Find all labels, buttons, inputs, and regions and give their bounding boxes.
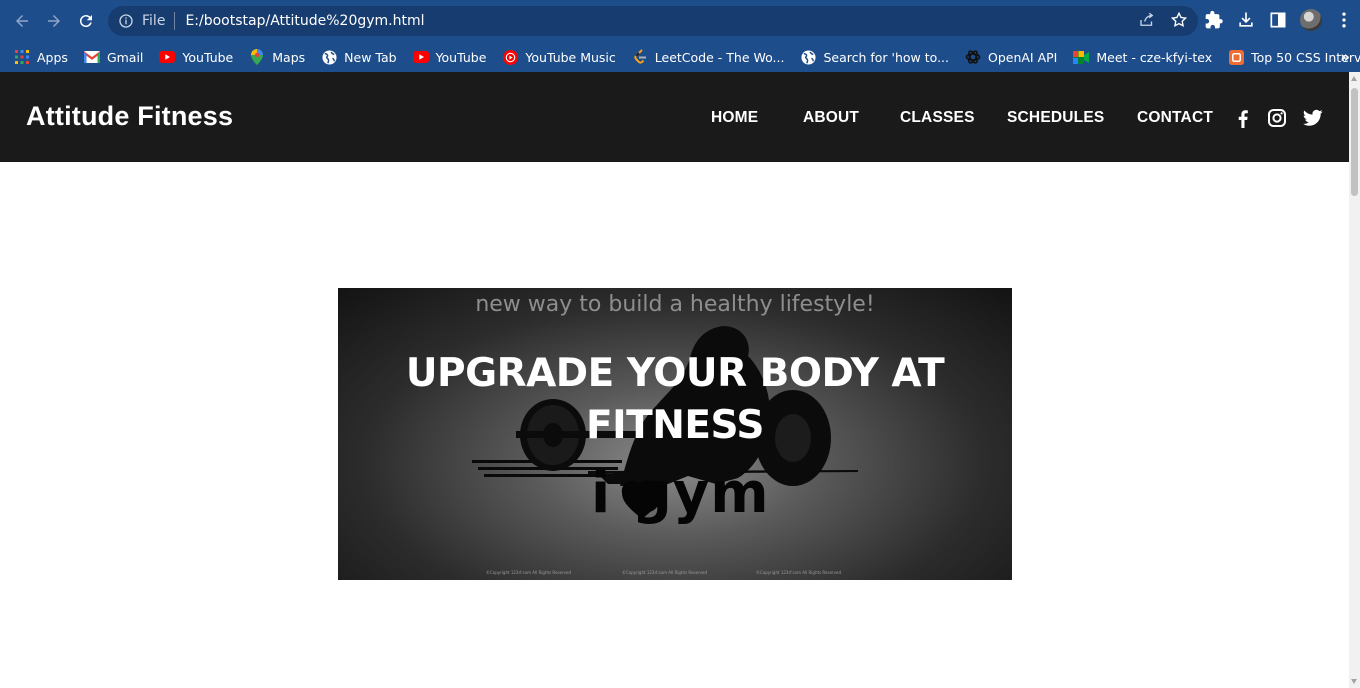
hero-banner: new way to build a healthy lifestyle! UP… <box>338 288 1012 580</box>
bookmark-label: Search for 'how to... <box>823 49 949 65</box>
bookmark-label: Maps <box>272 49 306 65</box>
bookmark-label: YouTube <box>435 49 487 65</box>
nav-link-about[interactable]: ABOUT <box>803 109 859 127</box>
bookmark-gmail[interactable]: Gmail <box>83 49 144 65</box>
globe-icon <box>321 49 337 65</box>
bookmark-label: New Tab <box>344 49 397 65</box>
bookmark-youtube[interactable]: YouTube <box>159 49 233 65</box>
gmail-icon <box>83 49 100 65</box>
i-love-gym-logo: i gym <box>591 464 770 524</box>
bookmark-site-icon <box>1228 49 1244 65</box>
copyright-watermark: ©Copyright 123rf.com All Rights Reserved <box>756 570 842 575</box>
heart-icon <box>621 481 663 519</box>
bookmarks-bar: Apps Gmail YouTube Maps New Tab YouTube <box>0 42 1360 72</box>
info-icon[interactable] <box>118 13 134 29</box>
extensions-puzzle-icon[interactable] <box>1204 10 1224 30</box>
nav-link-contact[interactable]: CONTACT <box>1137 109 1213 127</box>
reload-icon <box>79 15 92 28</box>
share-icon[interactable] <box>1138 11 1156 29</box>
scroll-up-arrow[interactable] <box>1351 76 1357 81</box>
copyright-watermark: ©Copyright 123rf.com All Rights Reserved <box>486 570 572 575</box>
page-scrollbar[interactable] <box>1349 72 1360 688</box>
scrollbar-thumb[interactable] <box>1351 88 1358 196</box>
bookmark-apps[interactable]: Apps <box>14 49 68 65</box>
hero-logo-text: i gym <box>591 461 770 526</box>
hero-heading: UPGRADE YOUR BODY AT FITNESS <box>405 351 945 448</box>
bookmark-label: YouTube Music <box>525 49 616 65</box>
bookmark-youtube-music[interactable]: YouTube Music <box>502 49 616 65</box>
bookmark-leetcode[interactable]: LeetCode - The Wo... <box>632 49 785 65</box>
instagram-icon[interactable] <box>1267 108 1287 128</box>
bookmark-star-icon[interactable] <box>1170 11 1188 29</box>
page-viewport: Attitude Fitness HOME ABOUT CLASSES SCHE… <box>0 72 1360 688</box>
kebab-menu-icon[interactable] <box>1334 10 1354 30</box>
nav-link-home[interactable]: HOME <box>711 109 758 127</box>
site-navbar: Attitude Fitness HOME ABOUT CLASSES SCHE… <box>0 72 1349 162</box>
profile-avatar[interactable] <box>1300 9 1322 31</box>
side-panel-icon[interactable] <box>1268 10 1288 30</box>
bookmark-search[interactable]: Search for 'how to... <box>800 49 949 65</box>
bookmark-label: Gmail <box>106 49 144 65</box>
nav-link-schedules[interactable]: SCHEDULES <box>1007 109 1104 127</box>
globe-icon <box>800 49 816 65</box>
bookmark-label: LeetCode - The Wo... <box>654 49 785 65</box>
address-bar[interactable]: File E:/bootstap/Attitude%20gym.html <box>108 6 1198 36</box>
arrow-right-icon <box>48 15 60 27</box>
bookmark-label: YouTube <box>182 49 234 65</box>
meet-icon <box>1073 49 1090 65</box>
twitter-icon[interactable] <box>1303 108 1323 128</box>
url-scheme-label: File <box>142 13 166 29</box>
bookmark-maps[interactable]: Maps <box>249 49 305 65</box>
scroll-down-arrow[interactable] <box>1351 679 1357 684</box>
maps-pin-icon <box>249 49 265 65</box>
youtube-icon <box>412 49 429 65</box>
bookmarks-overflow-button[interactable]: » <box>1340 48 1350 66</box>
address-divider <box>174 12 176 30</box>
bookmark-label: OpenAI API <box>988 49 1058 65</box>
back-button[interactable] <box>8 7 36 35</box>
bookmark-meet[interactable]: Meet - cze-kfyi-tex <box>1073 49 1212 65</box>
forward-button[interactable] <box>40 7 68 35</box>
browser-toolbar: File E:/bootstap/Attitude%20gym.html <box>0 0 1360 42</box>
site-brand[interactable]: Attitude Fitness <box>26 101 233 132</box>
reload-button[interactable] <box>72 7 100 35</box>
download-icon[interactable] <box>1236 10 1256 30</box>
youtube-music-icon <box>502 49 518 65</box>
facebook-icon[interactable] <box>1233 108 1253 128</box>
bookmark-label: Apps <box>37 49 68 65</box>
bookmark-new-tab[interactable]: New Tab <box>321 49 397 65</box>
bookmark-openai[interactable]: OpenAI API <box>965 49 1057 65</box>
nav-link-classes[interactable]: CLASSES <box>900 109 975 127</box>
youtube-icon <box>159 49 176 65</box>
openai-icon <box>965 49 981 65</box>
copyright-watermark: ©Copyright 123rf.com All Rights Reserved <box>622 570 708 575</box>
bookmark-label: Meet - cze-kfyi-tex <box>1096 49 1213 65</box>
leetcode-icon <box>632 49 648 65</box>
url-text[interactable]: E:/bootstap/Attitude%20gym.html <box>185 13 424 29</box>
apps-grid-icon <box>14 49 30 65</box>
hero-tagline: new way to build a healthy lifestyle! <box>475 292 875 317</box>
bookmark-youtube[interactable]: YouTube <box>412 49 487 65</box>
arrow-left-icon <box>16 15 28 27</box>
